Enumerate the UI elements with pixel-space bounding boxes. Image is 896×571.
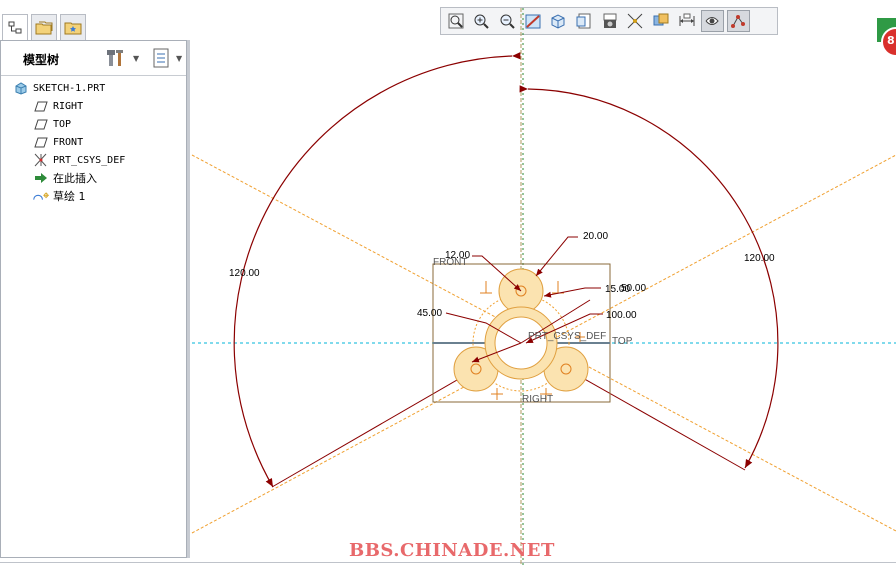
- dim-100[interactable]: 100.00: [606, 310, 637, 321]
- graphics-area[interactable]: 120.00 120.00 12.00 20.00 15.00 50.00 45…: [0, 0, 896, 571]
- dim-45[interactable]: 45.00: [417, 308, 442, 319]
- datum-label-top: TOP: [612, 336, 633, 347]
- watermark: BBS.CHINADE.NET: [349, 540, 555, 561]
- angle-arc-left[interactable]: [233, 52, 521, 488]
- angle-arc-right[interactable]: [519, 85, 779, 469]
- datum-label-csys: PRT_CSYS_DEF: [528, 331, 606, 342]
- dim-right-angle[interactable]: 120.00: [744, 253, 775, 264]
- datum-label-front: FRONT: [433, 257, 467, 268]
- dim-left-angle[interactable]: 120.00: [229, 268, 260, 279]
- dim-20[interactable]: 20.00: [583, 231, 608, 242]
- datum-label-right: RIGHT: [522, 394, 553, 405]
- dim-50[interactable]: 50.00: [621, 283, 646, 294]
